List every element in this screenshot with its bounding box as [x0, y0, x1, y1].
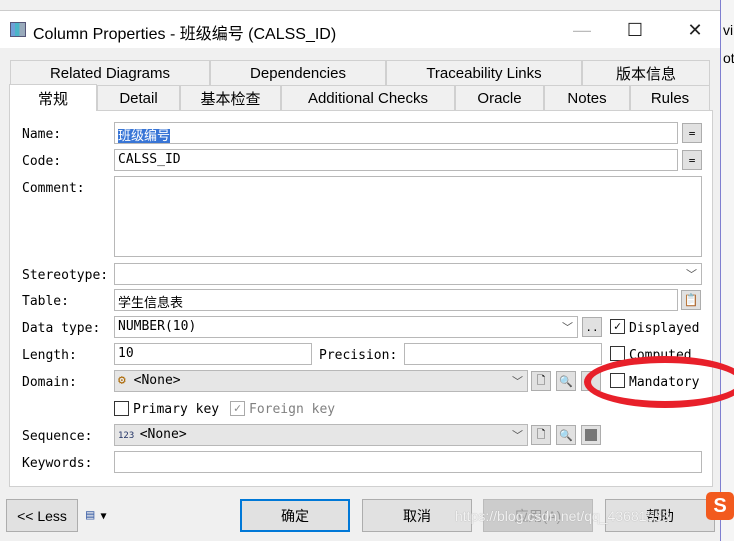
code-label: Code: [22, 154, 62, 169]
tab-dependencies[interactable]: Dependencies [210, 60, 386, 85]
keywords-label: Keywords: [22, 456, 93, 471]
name-value: 班级编号 [118, 129, 171, 144]
length-input[interactable]: 10 [114, 343, 312, 365]
domain-label: Domain: [22, 375, 77, 390]
primary-key-label: Primary key [133, 402, 220, 417]
table-input[interactable]: 学生信息表 [114, 289, 678, 311]
ok-button[interactable]: 确定 [240, 499, 350, 532]
datatype-browse-button[interactable]: .. [582, 317, 602, 337]
name-equals-button[interactable]: = [682, 123, 702, 143]
stereotype-select[interactable]: ﹀ [114, 263, 702, 285]
tab-detail[interactable]: Detail [97, 85, 180, 110]
ime-logo-icon: S [706, 492, 734, 520]
background-text: ot [723, 50, 734, 66]
new-icon: 🗋 [536, 427, 546, 441]
datatype-select[interactable]: NUMBER(10) ﹀ [114, 316, 578, 338]
minimize-button[interactable]: — [559, 11, 605, 49]
maximize-button[interactable]: ☐ [612, 11, 658, 49]
sequence-label: Sequence: [22, 429, 93, 444]
domain-value: <None> [133, 373, 181, 388]
name-label: Name: [22, 127, 62, 142]
datatype-label: Data type: [22, 321, 101, 336]
background-text: vi [723, 22, 734, 38]
title-bar: Column Properties - 班级编号 (CALSS_ID) — ☐ … [0, 10, 720, 48]
close-button[interactable]: ✕ [672, 11, 718, 49]
tab-rules[interactable]: Rules [630, 85, 710, 110]
mandatory-checkbox[interactable] [610, 373, 625, 388]
sequence-value: <None> [139, 427, 187, 442]
sequence-browse-button[interactable]: 🔍 [556, 425, 576, 445]
table-properties-button[interactable]: 📋 [681, 290, 701, 310]
sequence-icon: 123 [118, 431, 140, 441]
sequence-properties-button[interactable] [581, 425, 601, 445]
properties-icon [585, 429, 597, 441]
search-icon: 🔍 [559, 428, 573, 442]
tab-additional-checks[interactable]: Additional Checks [281, 85, 455, 110]
comment-textarea[interactable] [114, 176, 702, 257]
tab-version-info[interactable]: 版本信息 [582, 60, 710, 85]
properties-icon: 📋 [683, 293, 699, 307]
background-app: vi ot [720, 0, 734, 541]
precision-label: Precision: [319, 348, 398, 363]
watermark: https://blog.csdn.net/qq_43681553 [455, 508, 670, 524]
caret-down-icon: ▼ [94, 511, 107, 522]
domain-new-button[interactable]: 🗋 [531, 371, 551, 391]
displayed-checkbox[interactable]: ✓ [610, 319, 625, 334]
domain-browse-button[interactable]: 🔍 [556, 371, 576, 391]
tab-notes[interactable]: Notes [544, 85, 630, 110]
chevron-down-icon: ﹀ [512, 375, 523, 388]
chevron-down-icon: ﹀ [512, 429, 523, 442]
precision-input[interactable] [404, 343, 602, 365]
chevron-down-icon: ﹀ [562, 321, 573, 334]
table-icon [10, 22, 26, 37]
mandatory-label: Mandatory [629, 375, 700, 390]
displayed-label: Displayed [629, 321, 700, 336]
length-label: Length: [22, 348, 77, 363]
tab-oracle[interactable]: Oracle [455, 85, 544, 110]
sequence-new-button[interactable]: 🗋 [531, 425, 551, 445]
stereotype-label: Stereotype: [22, 268, 109, 283]
primary-key-checkbox[interactable] [114, 401, 129, 416]
code-equals-button[interactable]: = [682, 150, 702, 170]
domain-icon: ⚙ [118, 373, 134, 388]
tab-basic-checks[interactable]: 基本检查 [180, 85, 281, 110]
foreign-key-checkbox: ✓ [230, 401, 245, 416]
comment-label: Comment: [22, 181, 85, 196]
tab-related-diagrams[interactable]: Related Diagrams [10, 60, 210, 85]
name-input[interactable]: 班级编号 [114, 122, 678, 144]
menu-dropdown-button[interactable]: ▤ ▼ [86, 507, 106, 523]
keywords-input[interactable] [114, 451, 702, 473]
less-button[interactable]: << Less [6, 499, 78, 532]
tab-general[interactable]: 常规 [9, 84, 97, 111]
table-label: Table: [22, 294, 69, 309]
sequence-select[interactable]: 123 <None> ﹀ [114, 424, 528, 446]
search-icon: 🔍 [559, 374, 573, 388]
code-input[interactable]: CALSS_ID [114, 149, 678, 171]
domain-select[interactable]: ⚙ <None> ﹀ [114, 370, 528, 392]
datatype-value: NUMBER(10) [118, 319, 197, 334]
tab-traceability-links[interactable]: Traceability Links [386, 60, 582, 85]
chevron-down-icon: ﹀ [686, 268, 697, 281]
window-title: Column Properties - 班级编号 (CALSS_ID) [33, 26, 337, 43]
new-icon: 🗋 [536, 373, 546, 387]
foreign-key-label: Foreign key [249, 402, 336, 417]
